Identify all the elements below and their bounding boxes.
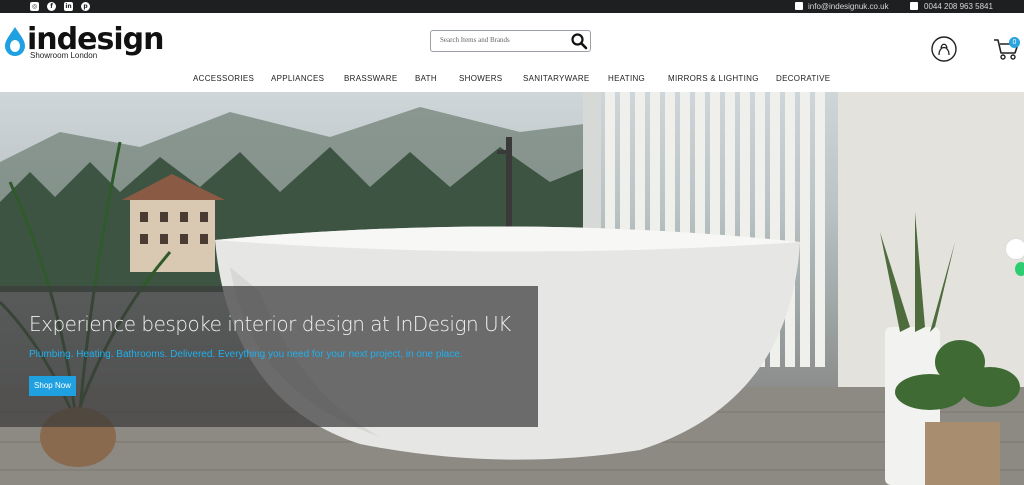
logo-subtitle: Showroom London [30, 51, 98, 60]
nav-sanitaryware[interactable]: SANITARYWARE [523, 73, 590, 85]
nav-showers[interactable]: SHOWERS [459, 73, 502, 85]
instagram-icon[interactable]: ◎ [30, 2, 39, 11]
search-input[interactable]: Search Items and Brands [430, 30, 591, 52]
search-icon[interactable] [570, 32, 588, 50]
search-placeholder: Search Items and Brands [440, 36, 510, 44]
hero-banner: Experience bespoke interior design at In… [0, 92, 1024, 485]
phone-link[interactable]: 0044 208 963 5841 [924, 1, 993, 12]
account-icon[interactable] [930, 35, 958, 63]
phone-icon [910, 2, 918, 10]
nav-appliances[interactable]: APPLIANCES [271, 73, 324, 85]
nav-mirrors-lighting[interactable]: MIRRORS & LIGHTING [668, 73, 759, 85]
shop-now-button[interactable]: Shop Now [29, 376, 76, 396]
nav-bath[interactable]: BATH [415, 73, 437, 85]
top-bar: ◎ f in p info@indesignuk.co.uk 0044 208 … [0, 0, 1024, 13]
linkedin-icon[interactable]: in [64, 2, 73, 11]
nav-brassware[interactable]: BRASSWARE [344, 73, 398, 85]
chat-widget-icon[interactable] [1005, 238, 1024, 260]
email-link[interactable]: info@indesignuk.co.uk [808, 1, 889, 12]
logo-drop-icon[interactable] [4, 26, 26, 56]
whatsapp-icon[interactable] [1015, 262, 1024, 276]
nav-heating[interactable]: HEATING [608, 73, 645, 85]
hero-title: Experience bespoke interior design at In… [29, 312, 511, 336]
nav-decorative[interactable]: DECORATIVE [776, 73, 830, 85]
nav-accessories[interactable]: ACCESSORIES [193, 73, 254, 85]
hero-subtitle: Plumbing. Heating. Bathrooms. Delivered.… [29, 349, 463, 360]
facebook-icon[interactable]: f [47, 2, 56, 11]
email-icon [795, 2, 803, 10]
pinterest-icon[interactable]: p [81, 2, 90, 11]
main-nav: ACCESSORIES APPLIANCES BRASSWARE BATH SH… [0, 73, 1024, 87]
cart-count-badge[interactable]: 0 [1009, 37, 1020, 48]
